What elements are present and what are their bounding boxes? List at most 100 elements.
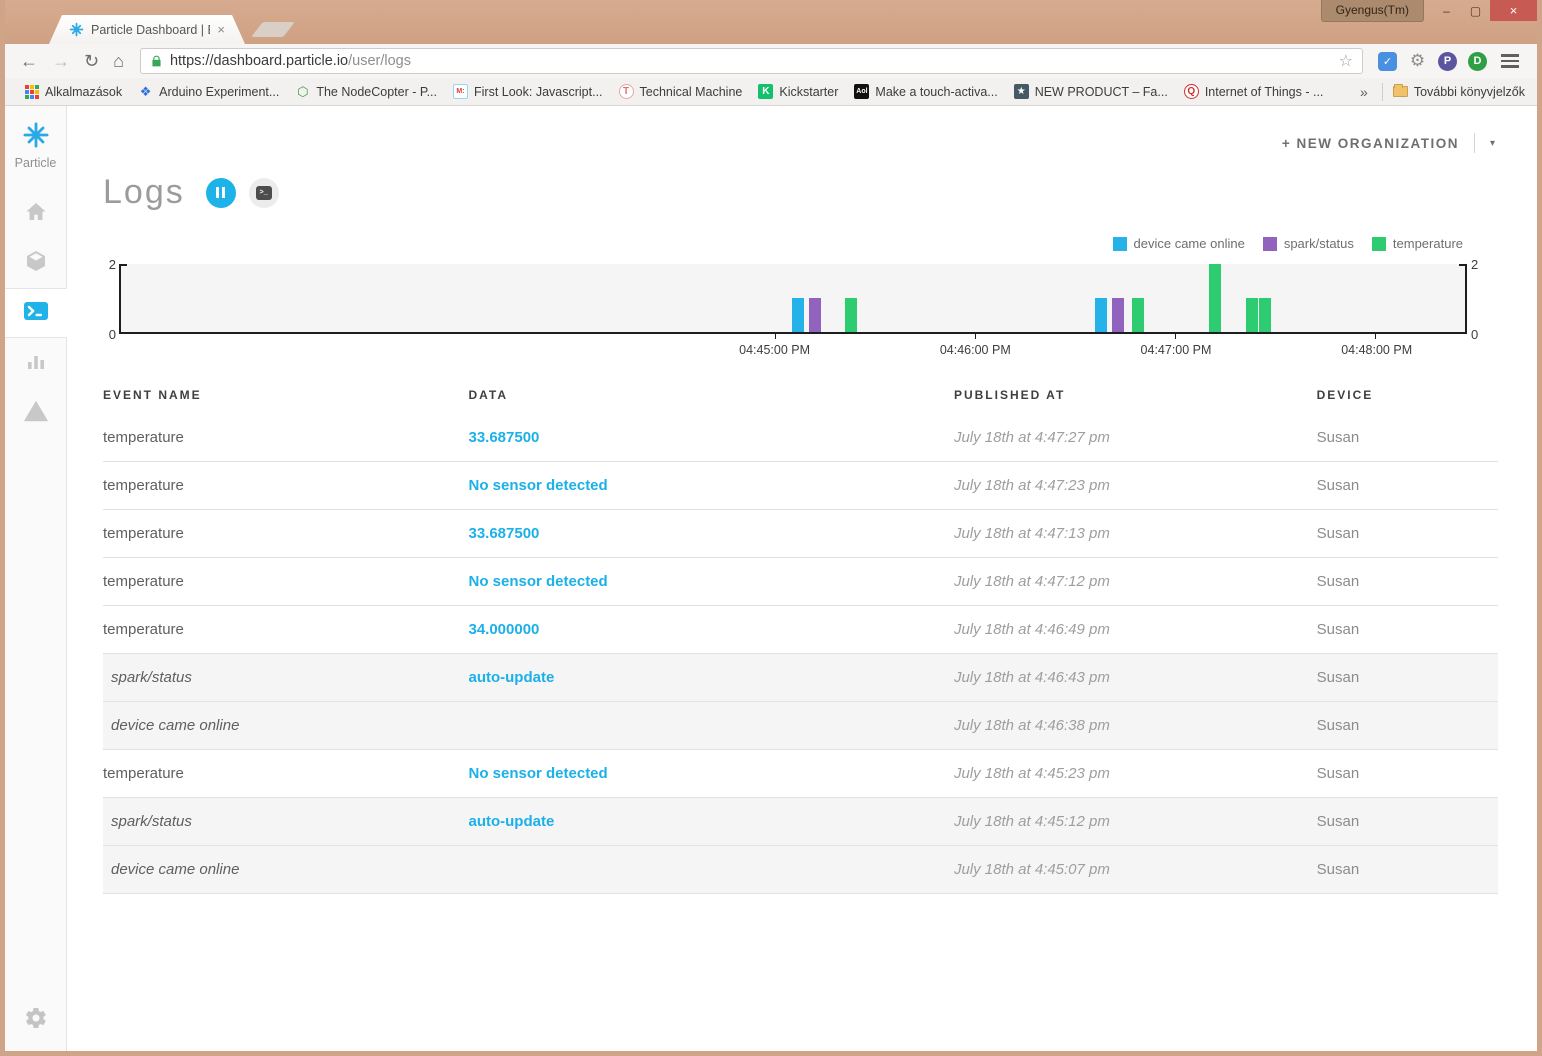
terminal-button[interactable]: >_ [249, 178, 279, 208]
particle-logo: Particle [5, 106, 66, 174]
org-separator [1474, 133, 1475, 153]
tab-close-icon[interactable]: × [217, 22, 225, 37]
y-axis-right: 2 0 [1467, 264, 1483, 334]
profile-chip[interactable]: Gyengus(Tm) [1321, 0, 1424, 22]
address-bar[interactable]: https://dashboard.particle.io/user/logs … [140, 48, 1363, 74]
chart-bar[interactable] [1095, 298, 1107, 332]
bookmark-item[interactable]: ⬡The NodeCopter - P... [287, 84, 445, 99]
table-row[interactable]: spark/statusauto-updateJuly 18th at 4:46… [103, 654, 1498, 702]
pause-button[interactable] [206, 178, 236, 208]
legend-label: device came online [1134, 236, 1245, 251]
chrome-menu-icon[interactable] [1493, 54, 1529, 68]
org-row: + NEW ORGANIZATION ▾ [67, 106, 1537, 153]
x-axis-ticks: 04:45:00 PM04:46:00 PM04:47:00 PM04:48:0… [119, 334, 1467, 362]
table-row[interactable]: device came onlineJuly 18th at 4:45:07 p… [103, 846, 1498, 894]
chart-bar[interactable] [809, 298, 821, 332]
events-table: EVENT NAME DATA PUBLISHED AT DEVICE temp… [103, 376, 1498, 894]
bookmark-item[interactable]: Alkalmazások [17, 85, 130, 99]
x-tick-label: 04:45:00 PM [739, 343, 810, 357]
url-host: https://dashboard.particle.io [170, 53, 348, 69]
new-organization-button[interactable]: + NEW ORGANIZATION [1282, 136, 1459, 151]
bookmark-item[interactable]: QInternet of Things - ... [1176, 84, 1332, 99]
chart-bar[interactable] [1246, 298, 1258, 332]
home-button[interactable]: ⌂ [106, 52, 131, 70]
https-lock-icon [150, 54, 163, 68]
table-row[interactable]: temperature33.687500July 18th at 4:47:27… [103, 414, 1498, 462]
cell-event-name: temperature [103, 765, 468, 782]
sidebar-item-logs[interactable] [5, 288, 67, 338]
bookmark-item[interactable]: TTechnical Machine [611, 84, 751, 99]
table-row[interactable]: temperature34.000000July 18th at 4:46:49… [103, 606, 1498, 654]
bookmark-star-icon[interactable]: ☆ [1339, 51, 1353, 71]
cell-data: 33.687500 [468, 429, 953, 446]
legend-item: spark/status [1263, 236, 1354, 251]
chart-bar[interactable] [792, 298, 804, 332]
bookmark-favicon-icon: T [619, 84, 634, 99]
minimize-button[interactable]: – [1432, 0, 1461, 21]
other-bookmarks-folder[interactable]: További könyvjelzők [1393, 85, 1525, 99]
bookmark-favicon-icon: M: [453, 84, 468, 99]
maximize-button[interactable]: ▢ [1461, 0, 1490, 21]
gear-icon [24, 1006, 48, 1035]
cell-event-name: temperature [103, 621, 468, 638]
sidebar-item-alerts[interactable] [5, 388, 66, 438]
window-controls: – ▢ × [1432, 0, 1537, 21]
y-axis-left: 2 0 [103, 264, 119, 334]
cell-device: Susan [1317, 525, 1498, 542]
bookmark-item[interactable]: KKickstarter [750, 84, 846, 99]
bookmarks-list: Alkalmazások❖Arduino Experiment...⬡The N… [17, 84, 1331, 99]
sidebar-item-devices[interactable] [5, 238, 66, 288]
sidebar: Particle [5, 106, 67, 1051]
legend-swatch [1263, 237, 1277, 251]
cell-event-name: spark/status [103, 669, 468, 686]
bookmark-item[interactable]: ❖Arduino Experiment... [130, 84, 287, 99]
header-published-at: PUBLISHED AT [954, 388, 1317, 402]
browser-tab[interactable]: Particle Dashboard | Build × [49, 15, 245, 44]
legend-swatch [1372, 237, 1386, 251]
table-row[interactable]: temperatureNo sensor detectedJuly 18th a… [103, 750, 1498, 798]
sidebar-item-settings[interactable] [5, 1006, 66, 1035]
cell-device: Susan [1317, 813, 1498, 830]
chart-plot [119, 264, 1467, 334]
new-tab-button[interactable] [251, 22, 295, 37]
table-row[interactable]: temperatureNo sensor detectedJuly 18th a… [103, 462, 1498, 510]
particle-logo-label: Particle [5, 156, 66, 170]
forward-button[interactable]: → [45, 52, 77, 70]
chart-bar[interactable] [1259, 298, 1271, 332]
cell-event-name: device came online [103, 861, 468, 878]
y-tick-max-right: 2 [1471, 257, 1478, 272]
page-title: Logs [103, 173, 185, 212]
sidebar-item-analytics[interactable] [5, 338, 66, 388]
d-extension-icon[interactable]: D [1468, 52, 1487, 71]
back-button[interactable]: ← [13, 52, 45, 70]
check-extension-icon[interactable]: ✓ [1378, 52, 1397, 71]
p-extension-icon[interactable]: P [1438, 52, 1457, 71]
bookmark-item[interactable]: AolMake a touch-activa... [846, 84, 1005, 99]
legend-item: device came online [1113, 236, 1245, 251]
bookmark-item[interactable]: ★NEW PRODUCT – Fa... [1006, 84, 1176, 99]
bookmark-item[interactable]: M: First Look: Javascript... [445, 84, 611, 99]
bookmarks-overflow-icon[interactable]: » [1356, 84, 1372, 100]
bookmark-favicon-icon: Aol [854, 84, 869, 99]
table-row[interactable]: temperature33.687500July 18th at 4:47:13… [103, 510, 1498, 558]
table-row[interactable]: device came onlineJuly 18th at 4:46:38 p… [103, 702, 1498, 750]
chart-bar[interactable] [845, 298, 857, 332]
table-row[interactable]: temperatureNo sensor detectedJuly 18th a… [103, 558, 1498, 606]
chart-bar[interactable] [1209, 264, 1221, 332]
org-dropdown-icon[interactable]: ▾ [1490, 138, 1495, 149]
reload-button[interactable]: ↻ [77, 52, 106, 70]
cell-event-name: temperature [103, 573, 468, 590]
cell-data: auto-update [468, 813, 953, 830]
close-button[interactable]: × [1490, 0, 1537, 21]
bookmark-label: First Look: Javascript... [474, 85, 603, 99]
chart-bar[interactable] [1132, 298, 1144, 332]
chart-legend: device came onlinespark/statustemperatur… [103, 236, 1463, 251]
chart-bar[interactable] [1112, 298, 1124, 332]
header-event-name: EVENT NAME [103, 388, 468, 402]
gear-extension-icon[interactable]: ⚙ [1408, 52, 1427, 71]
cell-published-at: July 18th at 4:47:12 pm [954, 573, 1317, 590]
cell-device: Susan [1317, 669, 1498, 686]
table-row[interactable]: spark/statusauto-updateJuly 18th at 4:45… [103, 798, 1498, 846]
cell-device: Susan [1317, 861, 1498, 878]
sidebar-item-home[interactable] [5, 188, 66, 238]
